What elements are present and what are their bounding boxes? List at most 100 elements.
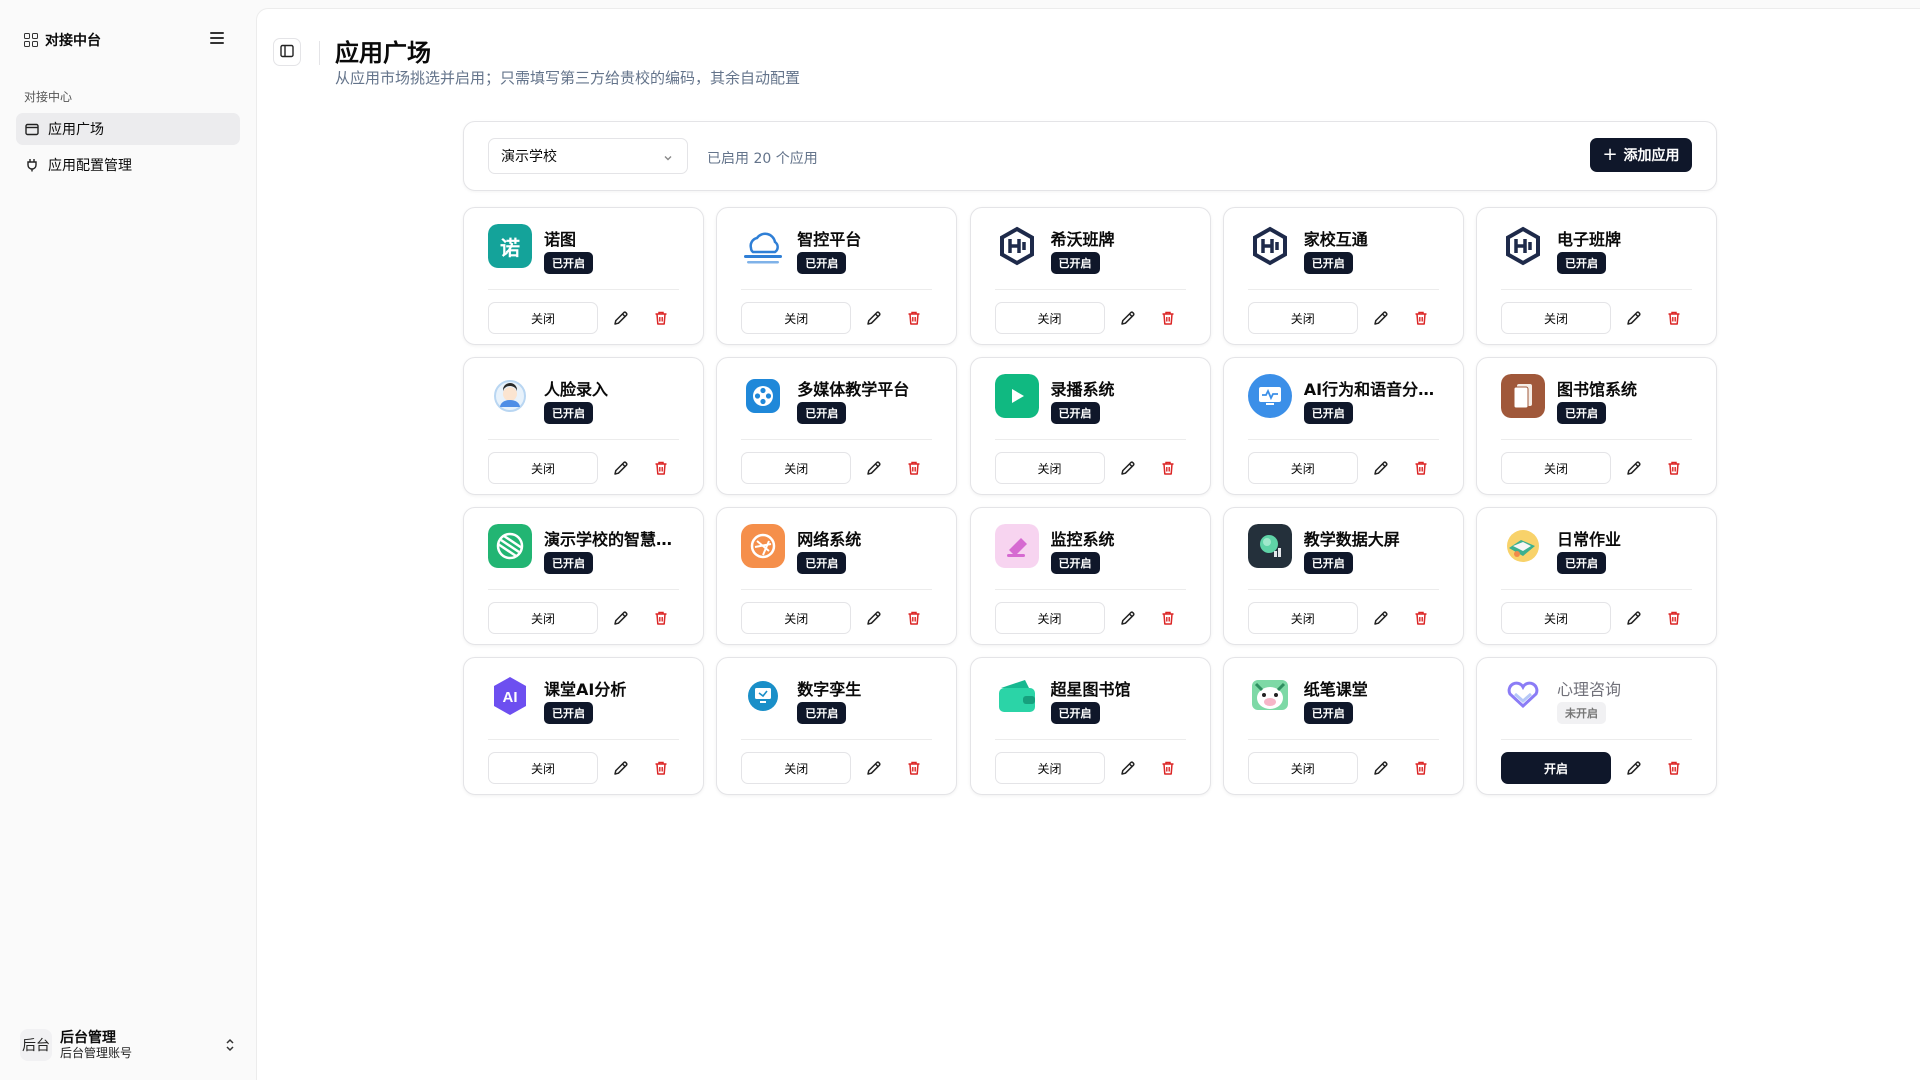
trash-icon[interactable] — [905, 309, 923, 327]
menu-icon[interactable] — [210, 32, 224, 44]
pencil-icon[interactable] — [1372, 609, 1390, 627]
trash-icon[interactable] — [1159, 309, 1177, 327]
close-button[interactable]: 关闭 — [741, 302, 852, 334]
open-button[interactable]: 开启 — [1501, 752, 1611, 784]
status-badge: 已开启 — [1303, 402, 1353, 424]
enabled-count: 已启用 20 个应用 — [707, 151, 818, 167]
trash-icon[interactable] — [652, 609, 670, 627]
trash-icon[interactable] — [905, 459, 923, 477]
app-name: 人脸录入 — [544, 380, 609, 399]
close-button[interactable]: 关闭 — [488, 602, 598, 634]
face-icon — [488, 374, 532, 418]
pencil-icon[interactable] — [612, 459, 630, 477]
homework-icon — [1501, 524, 1545, 568]
sidebar-item-app-square[interactable]: 应用广场 — [16, 113, 240, 145]
trash-icon[interactable] — [905, 759, 923, 777]
app-card: 数字孪生 已开启 关闭 — [716, 657, 958, 795]
card-divider — [1501, 739, 1692, 740]
sidebar-item-app-config[interactable]: 应用配置管理 — [16, 149, 240, 181]
app-name: 数字孪生 — [797, 680, 862, 699]
trash-icon[interactable] — [1412, 759, 1430, 777]
sidebar-header: 对接中台 — [24, 30, 224, 50]
app-card: 电子班牌 已开启 关闭 — [1476, 207, 1717, 345]
close-button[interactable]: 关闭 — [1501, 452, 1611, 484]
status-badge: 已开启 — [1303, 702, 1353, 724]
pencil-icon[interactable] — [1372, 759, 1390, 777]
close-button[interactable]: 关闭 — [994, 602, 1105, 634]
pencil-icon[interactable] — [612, 609, 630, 627]
divider — [319, 41, 320, 65]
close-button[interactable]: 关闭 — [1501, 602, 1611, 634]
card-divider — [488, 589, 679, 590]
pencil-icon[interactable] — [1625, 609, 1643, 627]
trash-icon[interactable] — [1665, 459, 1683, 477]
pencil-icon[interactable] — [865, 759, 883, 777]
status-badge: 已开启 — [544, 552, 593, 574]
close-button[interactable]: 关闭 — [488, 752, 598, 784]
close-button[interactable]: 关闭 — [994, 302, 1105, 334]
card-divider — [741, 589, 933, 590]
trash-icon[interactable] — [1412, 609, 1430, 627]
add-app-button[interactable]: + 添加应用 — [1590, 138, 1692, 172]
card-divider — [1501, 289, 1692, 290]
page-title: 应用广场 — [335, 39, 431, 67]
trash-icon[interactable] — [1159, 609, 1177, 627]
digital-twin-icon — [741, 674, 785, 718]
pencil-icon[interactable] — [612, 309, 630, 327]
close-button[interactable]: 关闭 — [994, 752, 1105, 784]
close-button[interactable]: 关闭 — [741, 752, 852, 784]
pencil-icon[interactable] — [865, 309, 883, 327]
app-card: 监控系统 已开启 关闭 — [969, 507, 1211, 645]
pencil-icon[interactable] — [1119, 759, 1137, 777]
trash-icon[interactable] — [652, 759, 670, 777]
app-card: 图书馆系统 已开启 关闭 — [1476, 357, 1717, 495]
trash-icon[interactable] — [652, 459, 670, 477]
close-button[interactable]: 关闭 — [488, 452, 598, 484]
pencil-icon[interactable] — [1625, 309, 1643, 327]
trash-icon[interactable] — [1159, 459, 1177, 477]
sidebar-toggle-button[interactable] — [273, 38, 301, 66]
pencil-icon[interactable] — [1119, 309, 1137, 327]
close-button[interactable]: 关闭 — [1247, 452, 1358, 484]
pencil-icon[interactable] — [865, 609, 883, 627]
app-name: 心理咨询 — [1557, 680, 1622, 699]
close-button[interactable]: 关闭 — [1247, 302, 1358, 334]
close-button[interactable]: 关闭 — [1247, 752, 1358, 784]
close-button[interactable]: 关闭 — [994, 452, 1105, 484]
trash-icon[interactable] — [1665, 309, 1683, 327]
close-button[interactable]: 关闭 — [1501, 302, 1611, 334]
close-button[interactable]: 关闭 — [1247, 602, 1358, 634]
app-name: 多媒体教学平台 — [797, 380, 910, 399]
trash-icon[interactable] — [652, 309, 670, 327]
trash-icon[interactable] — [1412, 459, 1430, 477]
pencil-icon[interactable] — [1625, 459, 1643, 477]
data-screen-icon — [1247, 524, 1292, 568]
close-button[interactable]: 关闭 — [741, 602, 852, 634]
close-button[interactable]: 关闭 — [488, 302, 598, 334]
app-name: 图书馆系统 — [1557, 380, 1638, 399]
nuotu-icon: 诺 — [488, 224, 532, 268]
trash-icon[interactable] — [1665, 609, 1683, 627]
app-card: 录播系统 已开启 关闭 — [969, 357, 1211, 495]
trash-icon[interactable] — [1665, 759, 1683, 777]
pencil-icon[interactable] — [865, 459, 883, 477]
pencil-icon[interactable] — [1119, 609, 1137, 627]
app-card: 纸笔课堂 已开启 关闭 — [1222, 657, 1464, 795]
close-button[interactable]: 关闭 — [741, 452, 852, 484]
app-card: 人脸录入 已开启 关闭 — [463, 357, 704, 495]
status-badge: 已开启 — [544, 702, 593, 724]
hexagon-logo-icon — [1501, 224, 1545, 268]
app-card: 诺 诺图 已开启 关闭 — [463, 207, 704, 345]
pencil-icon[interactable] — [1372, 309, 1390, 327]
trash-icon[interactable] — [1159, 759, 1177, 777]
school-select[interactable]: 演示学校 — [488, 138, 688, 174]
card-divider — [1247, 289, 1439, 290]
trash-icon[interactable] — [1412, 309, 1430, 327]
pencil-icon[interactable] — [612, 759, 630, 777]
pencil-icon[interactable] — [1625, 759, 1643, 777]
plug-icon — [25, 158, 39, 172]
trash-icon[interactable] — [905, 609, 923, 627]
pencil-icon[interactable] — [1119, 459, 1137, 477]
pencil-icon[interactable] — [1372, 459, 1390, 477]
user-menu[interactable]: 后台 后台管理 后台管理账号 — [20, 1025, 236, 1065]
